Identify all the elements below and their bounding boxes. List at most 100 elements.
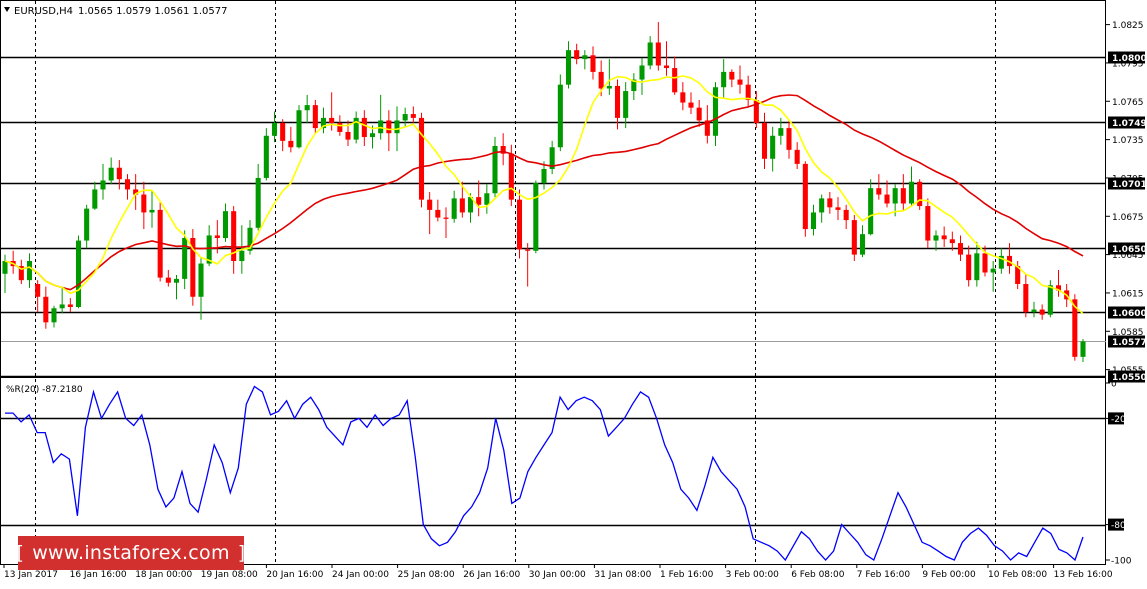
time-tick-label: 25 Jan 08:00	[398, 570, 455, 580]
wpr-axis[interactable]: 0 -20 -80 -100	[1106, 380, 1132, 567]
candle-body	[361, 117, 367, 138]
candle-body	[173, 278, 180, 283]
candle-body	[868, 188, 874, 235]
candle	[1047, 280, 1053, 318]
level-box: 1.0701	[1108, 177, 1147, 190]
candle-body	[974, 253, 980, 281]
symbol-label: EURUSD,H4	[14, 6, 73, 17]
candle-body	[394, 120, 400, 134]
wpr-tick-label: -80	[1111, 521, 1126, 531]
time-tick-label: 7 Feb 16:00	[857, 570, 911, 580]
price-axis[interactable]: 1.08251.07951.07651.07351.07051.06751.06…	[1106, 21, 1144, 376]
candle-body	[312, 105, 318, 129]
candle-body	[1080, 341, 1086, 357]
time-tick-label: 18 Jan 00:00	[135, 570, 192, 580]
candle-body	[141, 194, 147, 213]
candle-body	[108, 167, 114, 181]
candle-body	[982, 253, 988, 273]
chart-canvas[interactable]: 1.08251.07951.07651.07351.07051.06751.06…	[0, 0, 1147, 585]
wpr-tick-label: -20	[1111, 415, 1126, 425]
candle-body	[410, 114, 416, 118]
candle-body	[598, 71, 604, 89]
level-box: 1.0650	[1108, 242, 1147, 255]
candle-body	[525, 249, 531, 251]
candle-body	[835, 207, 841, 210]
candle	[75, 235, 82, 309]
time-tick-label: 30 Jan 00:00	[529, 570, 586, 580]
level-box-text: 1.0600	[1112, 309, 1147, 319]
candle-body	[418, 117, 425, 200]
candle-body	[663, 65, 670, 69]
chart-window[interactable]: 1.08251.07951.07651.07351.07051.06751.06…	[0, 0, 1147, 589]
candle-body	[451, 198, 457, 219]
candle-body	[67, 304, 73, 307]
candle-body	[1031, 309, 1037, 313]
candle-body	[565, 50, 572, 85]
candle-body	[737, 79, 743, 85]
watermark-left-bracket: [	[16, 542, 25, 564]
candle-body	[672, 68, 678, 93]
candle-body	[574, 50, 580, 60]
candle-body	[851, 220, 857, 255]
candle-body	[696, 107, 702, 121]
candle-body	[623, 91, 629, 118]
candle-body	[876, 188, 882, 195]
time-tick-label: 3 Feb 00:00	[726, 570, 780, 580]
candle-body	[329, 117, 335, 123]
time-tick-label: 31 Jan 08:00	[594, 570, 651, 580]
watermark-text: www.instaforex.com	[32, 542, 230, 564]
candle-body	[508, 153, 514, 200]
watermark: [ www.instaforex.com ]	[16, 536, 246, 570]
candle	[557, 74, 563, 152]
time-tick-label: 24 Jan 00:00	[332, 570, 389, 580]
candle-body	[859, 234, 866, 255]
candle-body	[165, 277, 171, 283]
candle-body	[688, 102, 694, 108]
candle-body	[810, 212, 817, 230]
candle-body	[770, 135, 776, 159]
candle-body	[827, 198, 833, 208]
candle-body	[957, 243, 964, 255]
candle-body	[222, 211, 229, 238]
price-tick-label: 1.0615	[1112, 289, 1144, 299]
candle-body	[239, 250, 245, 261]
candle-body	[541, 169, 547, 184]
price-tick-label: 1.0735	[1112, 136, 1144, 146]
time-tick-label: 19 Jan 08:00	[201, 570, 258, 580]
candle-body	[778, 128, 784, 136]
candle-body	[255, 177, 261, 228]
candle-body	[655, 42, 661, 66]
candle-body	[402, 114, 408, 121]
candle-body	[43, 296, 49, 323]
candle-body	[2, 261, 8, 274]
level-box-text: 1.0800	[1112, 54, 1147, 64]
candle-body	[345, 131, 351, 140]
level-box-text: 1.0650	[1112, 245, 1147, 255]
level-box: 1.0800	[1108, 51, 1147, 64]
candle-body	[966, 254, 972, 281]
candle-body	[606, 85, 612, 89]
candle-body	[75, 240, 82, 307]
candle-body	[337, 123, 343, 132]
candle-body	[582, 55, 588, 60]
candle-body	[712, 87, 719, 136]
candle-body	[639, 65, 645, 80]
watermark-right-bracket: ]	[237, 542, 246, 564]
candle	[418, 112, 425, 208]
candle-body	[721, 71, 727, 88]
candle-body	[296, 110, 302, 148]
candle-body	[198, 263, 204, 297]
candle	[917, 179, 923, 210]
candle-body	[516, 199, 523, 250]
candle-body	[149, 209, 155, 213]
candle-body	[443, 217, 449, 219]
candle-body	[925, 206, 931, 241]
candle-body	[427, 199, 433, 210]
candle	[802, 161, 808, 237]
candle-body	[794, 149, 800, 164]
candle-body	[484, 193, 490, 205]
candle-body	[304, 105, 310, 111]
candle-body	[214, 235, 220, 238]
candle-body	[892, 188, 898, 204]
candle	[492, 137, 498, 198]
